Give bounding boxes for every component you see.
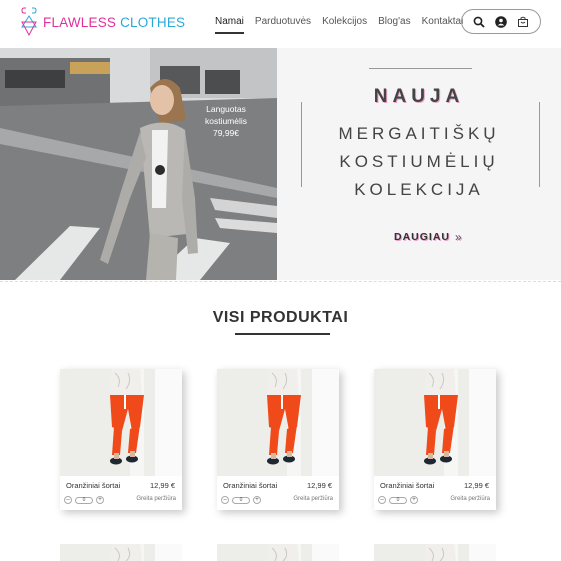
main-nav: Namai Parduotuvės Kolekcijos Blog'as Kon… bbox=[215, 16, 474, 34]
double-chevron-right-icon: » bbox=[455, 230, 463, 244]
decrease-button[interactable]: – bbox=[221, 496, 229, 504]
increase-button[interactable]: + bbox=[253, 496, 261, 504]
hero-heading-line3: KOLEKCIJA bbox=[354, 180, 484, 199]
product-photo bbox=[60, 369, 182, 476]
hero-photo-caption: Languotas kostiumėlis 79,99€ bbox=[198, 103, 254, 139]
hero-top-rule bbox=[369, 68, 472, 69]
nav-item-kolekcijos[interactable]: Kolekcijos bbox=[322, 16, 367, 34]
product-name[interactable]: Oranžiniai šortai bbox=[380, 481, 434, 490]
product-image[interactable] bbox=[374, 544, 496, 561]
logo-icon bbox=[21, 7, 37, 37]
product-image[interactable] bbox=[217, 544, 339, 561]
product-photo bbox=[217, 544, 339, 561]
more-button-label: DAUGIAU bbox=[394, 231, 450, 243]
quantity-field[interactable]: 0 bbox=[232, 496, 250, 504]
hero-badge: NAUJA bbox=[373, 86, 465, 107]
hero-banner: Languotas kostiumėlis 79,99€ NAUJA MERGA… bbox=[0, 48, 561, 280]
hero-caption-line1: Languotas bbox=[206, 104, 246, 114]
logo[interactable]: FLAWLESS CLOTHES bbox=[21, 6, 185, 38]
user-icon[interactable] bbox=[494, 15, 508, 29]
brand-name: FLAWLESS CLOTHES bbox=[43, 15, 185, 30]
quick-view-link[interactable]: Greita peržiūra bbox=[450, 496, 490, 502]
product-card[interactable] bbox=[217, 544, 339, 561]
nav-item-kontaktai[interactable]: Kontaktai bbox=[422, 16, 464, 34]
hero-heading-line1: MERGAITIŠKŲ bbox=[338, 124, 500, 143]
cart-icon[interactable] bbox=[516, 15, 530, 29]
nav-item-blogas[interactable]: Blog'as bbox=[378, 16, 411, 34]
quantity-stepper: – 0 + bbox=[378, 496, 418, 504]
product-price: 12,99 € bbox=[463, 481, 489, 490]
product-photo bbox=[374, 544, 496, 561]
quick-view-link[interactable]: Greita peržiūra bbox=[293, 496, 333, 502]
product-photo bbox=[374, 369, 496, 476]
product-image[interactable] bbox=[60, 369, 182, 476]
hero-caption-line2: kostiumėlis bbox=[204, 116, 248, 126]
product-photo bbox=[60, 544, 182, 561]
product-card[interactable] bbox=[374, 544, 496, 561]
hero-right-rule bbox=[539, 102, 540, 187]
search-icon[interactable] bbox=[472, 15, 486, 29]
product-card[interactable]: Oranžiniai šortai 12,99 € – 0 + Greita p… bbox=[374, 369, 496, 510]
product-image[interactable] bbox=[60, 544, 182, 561]
hero-caption-price: 79,99€ bbox=[213, 128, 239, 138]
product-card[interactable] bbox=[60, 544, 182, 561]
decrease-button[interactable]: – bbox=[64, 496, 72, 504]
nav-item-parduotuves[interactable]: Parduotuvės bbox=[255, 16, 311, 34]
section-title: VISI PRODUKTAI bbox=[212, 309, 349, 326]
quick-view-link[interactable]: Greita peržiūra bbox=[136, 496, 176, 502]
section-divider bbox=[0, 281, 561, 282]
increase-button[interactable]: + bbox=[410, 496, 418, 504]
product-photo bbox=[217, 369, 339, 476]
product-image[interactable] bbox=[374, 369, 496, 476]
hero-heading-line2: KOSTIUMĖLIŲ bbox=[339, 152, 499, 171]
hero-left-rule bbox=[301, 102, 302, 187]
brand-part-1: FLAWLESS bbox=[43, 14, 117, 30]
hero-photo[interactable]: Languotas kostiumėlis 79,99€ bbox=[0, 48, 277, 280]
brand-part-2: CLOTHES bbox=[120, 14, 186, 30]
product-price: 12,99 € bbox=[306, 481, 332, 490]
quantity-stepper: – 0 + bbox=[221, 496, 261, 504]
hero-image bbox=[0, 48, 277, 280]
header-actions bbox=[461, 9, 541, 34]
quantity-field[interactable]: 0 bbox=[75, 496, 93, 504]
quantity-stepper: – 0 + bbox=[64, 496, 104, 504]
nav-item-namai[interactable]: Namai bbox=[215, 16, 244, 34]
quantity-field[interactable]: 0 bbox=[389, 496, 407, 504]
decrease-button[interactable]: – bbox=[378, 496, 386, 504]
product-name[interactable]: Oranžiniai šortai bbox=[223, 481, 277, 490]
product-name[interactable]: Oranžiniai šortai bbox=[66, 481, 120, 490]
product-image[interactable] bbox=[217, 369, 339, 476]
hero-text-panel: NAUJA MERGAITIŠKŲ KOSTIUMĖLIŲ KOLEKCIJA … bbox=[277, 48, 561, 280]
site-header: FLAWLESS CLOTHES Namai Parduotuvės Kolek… bbox=[0, 0, 561, 46]
product-card[interactable]: Oranžiniai šortai 12,99 € – 0 + Greita p… bbox=[60, 369, 182, 510]
product-card[interactable]: Oranžiniai šortai 12,99 € – 0 + Greita p… bbox=[217, 369, 339, 510]
product-price: 12,99 € bbox=[149, 481, 175, 490]
increase-button[interactable]: + bbox=[96, 496, 104, 504]
more-button[interactable]: DAUGIAU » bbox=[394, 230, 463, 244]
section-title-underline bbox=[235, 333, 330, 335]
